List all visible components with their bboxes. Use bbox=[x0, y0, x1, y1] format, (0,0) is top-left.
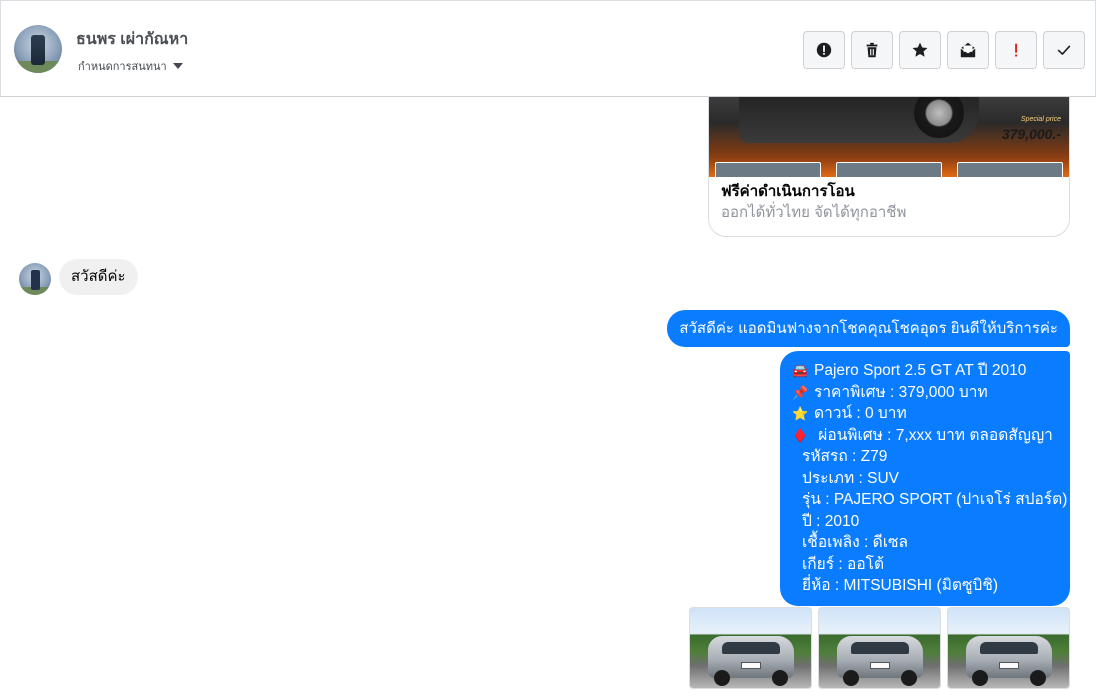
mark-unread-button[interactable] bbox=[947, 31, 989, 69]
red-exclamation-icon bbox=[1015, 43, 1018, 57]
car-windshield bbox=[722, 642, 780, 654]
ad-image: Special price 379,000.- bbox=[709, 97, 1069, 177]
car-wheel bbox=[772, 670, 788, 686]
chevron-down-icon bbox=[172, 63, 183, 69]
contact-avatar[interactable] bbox=[14, 25, 62, 73]
ad-price: 379,000.- bbox=[1001, 126, 1061, 142]
ad-card[interactable]: Special price 379,000.- ฟรีค่าดำเนินการโ… bbox=[708, 97, 1070, 237]
ad-thumbnail bbox=[957, 162, 1063, 177]
envelope-open-icon bbox=[960, 42, 976, 58]
trash-icon bbox=[866, 42, 878, 58]
sender-avatar[interactable] bbox=[19, 263, 51, 295]
detail-line: รหัสรถ : Z79 bbox=[802, 448, 888, 465]
detail-text: ราคาพิเศษ : 379,000 บาท bbox=[814, 383, 988, 401]
car-photo[interactable] bbox=[818, 607, 941, 689]
check-icon bbox=[1057, 45, 1071, 55]
ad-special-label: Special price bbox=[1020, 116, 1061, 123]
detail-line: ปี : 2010 bbox=[802, 512, 860, 530]
car-wheel bbox=[1030, 670, 1046, 686]
conversation-settings-label: กำหนดการสนทนา bbox=[78, 61, 167, 73]
done-button[interactable] bbox=[1043, 31, 1085, 69]
avatar-figure bbox=[31, 270, 40, 290]
incoming-message[interactable]: สวัสดีค่ะ bbox=[59, 259, 138, 295]
detail-line: เกียร์ : ออโต้ bbox=[802, 555, 885, 573]
detail-line: ♦️ ผ่อนพิเศษ : 7,xxx บาท ตลอดสัญญา bbox=[792, 425, 1058, 447]
message-thread[interactable]: Special price 379,000.- ฟรีค่าดำเนินการโ… bbox=[0, 97, 1096, 699]
outgoing-message[interactable]: สวัสดีค่ะ แอดมินฟางจากโชคคุณโชคอุดร ยินด… bbox=[667, 310, 1070, 347]
detail-line: เชื้อเพลิง : ดีเซล bbox=[802, 534, 909, 551]
report-button[interactable] bbox=[803, 31, 845, 69]
car-plate bbox=[870, 662, 890, 669]
pushpin-icon: 📌 bbox=[792, 384, 809, 400]
detail-line: ประเภท : SUV bbox=[802, 469, 900, 487]
car-wheel bbox=[714, 670, 730, 686]
car-photo[interactable] bbox=[947, 607, 1070, 689]
diamond-icon: ♦️ bbox=[792, 427, 809, 443]
photo-attachments bbox=[689, 607, 1070, 689]
avatar-figure bbox=[31, 35, 45, 65]
ad-thumbnail bbox=[715, 162, 821, 177]
contact-name[interactable]: ธนพร เผ่ากัณหา bbox=[76, 27, 188, 52]
outgoing-message-details[interactable]: 🚘 Pajero Sport 2.5 GT AT ปี 2010 📌 ราคาพิเ… bbox=[780, 351, 1070, 606]
detail-line: ⭐ ดาวน์ : 0 บาท bbox=[792, 403, 1058, 425]
header-actions bbox=[803, 31, 1085, 69]
exclamation-circle-icon bbox=[816, 42, 832, 58]
car-plate bbox=[999, 662, 1019, 669]
detail-line: ยี่ห้อ : MITSUBISHI (มิตซูบิชิ) bbox=[802, 577, 999, 594]
car-windshield bbox=[980, 642, 1038, 654]
detail-line: 📌 ราคาพิเศษ : 379,000 บาท bbox=[792, 382, 1058, 404]
car-wheel bbox=[843, 670, 859, 686]
star-icon bbox=[912, 42, 928, 57]
car-photo[interactable] bbox=[689, 607, 812, 689]
delete-button[interactable] bbox=[851, 31, 893, 69]
detail-text: ดาวน์ : 0 บาท bbox=[814, 405, 907, 422]
detail-text: ผ่อนพิเศษ : 7,xxx บาท ตลอดสัญญา bbox=[814, 426, 1053, 444]
detail-line: รุ่น : PAJERO SPORT (ปาเจโร่ สปอร์ต) bbox=[802, 491, 1068, 508]
detail-line: 🚘 Pajero Sport 2.5 GT AT ปี 2010 bbox=[792, 360, 1058, 382]
conversation-settings-dropdown[interactable]: กำหนดการสนทนา bbox=[78, 57, 183, 75]
car-plate bbox=[741, 662, 761, 669]
spam-button[interactable] bbox=[995, 31, 1037, 69]
conversation-header: ธนพร เผ่ากัณหา กำหนดการสนทนา bbox=[0, 0, 1096, 97]
star-button[interactable] bbox=[899, 31, 941, 69]
ad-subtitle: ออกได้ทั่วไทย จัดได้ทุกอาชีพ bbox=[721, 204, 907, 221]
car-wheel bbox=[972, 670, 988, 686]
ad-thumbnail bbox=[836, 162, 942, 177]
star-icon: ⭐ bbox=[792, 406, 809, 421]
detail-text: Pajero Sport 2.5 GT AT ปี 2010 bbox=[814, 362, 1027, 379]
car-windshield bbox=[851, 642, 909, 654]
car-wheel bbox=[901, 670, 917, 686]
car-icon: 🚘 bbox=[792, 363, 809, 378]
